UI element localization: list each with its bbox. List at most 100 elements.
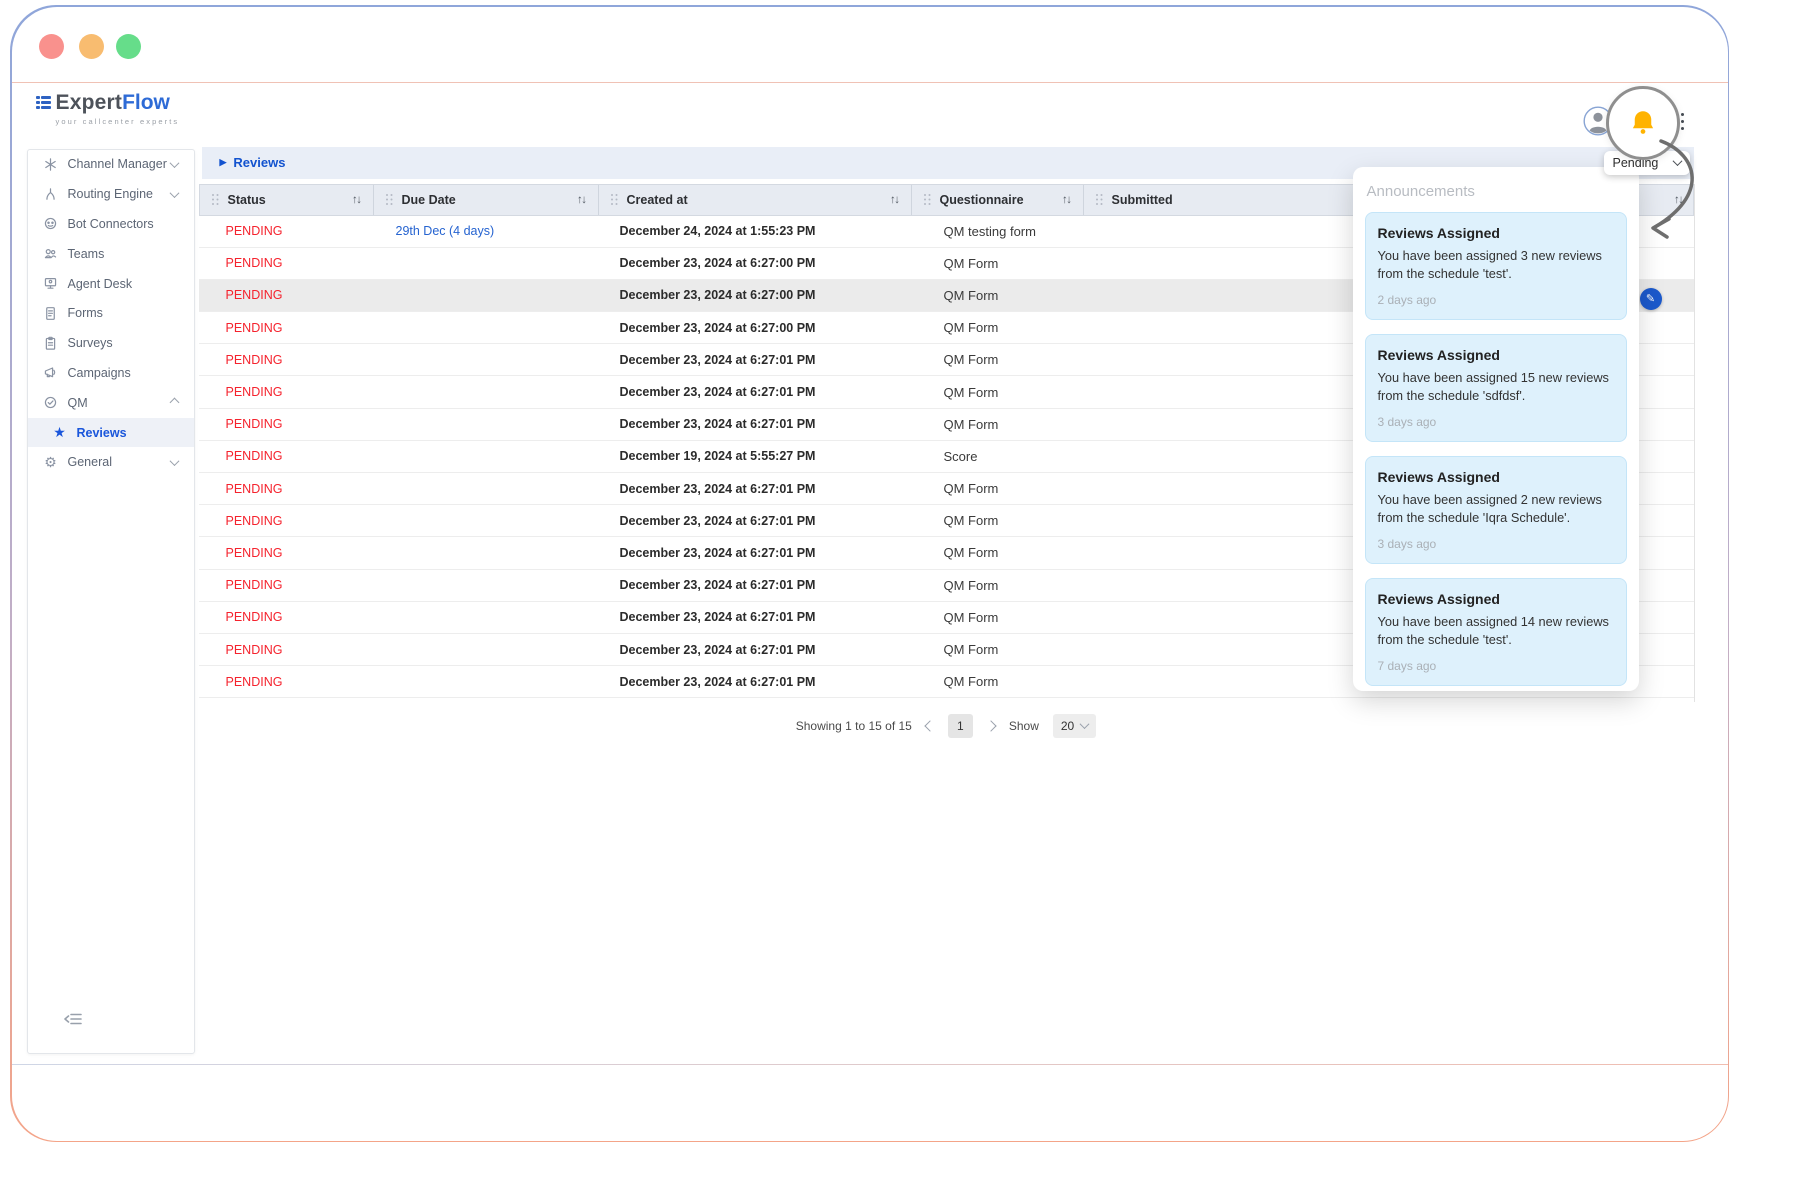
sidebar-item-agent-desk[interactable]: Agent Desk — [28, 269, 194, 299]
sidebar-item-qm[interactable]: QM — [28, 388, 194, 418]
bot-connectors-icon — [43, 216, 59, 232]
drag-handle-icon[interactable] — [212, 194, 219, 205]
announcement-time: 7 days ago — [1378, 659, 1614, 673]
teams-icon — [43, 246, 59, 262]
due-date-cell[interactable] — [373, 505, 598, 536]
drag-handle-icon[interactable] — [386, 194, 393, 205]
due-date-cell[interactable]: 29th Dec (4 days) — [373, 216, 598, 247]
page-size-select[interactable]: 20 — [1053, 714, 1096, 738]
created-at-cell: December 23, 2024 at 6:27:00 PM — [598, 312, 911, 343]
sidebar-item-routing-engine[interactable]: Routing Engine — [28, 179, 194, 209]
announcement-title: Reviews Assigned — [1378, 469, 1614, 485]
created-at-cell: December 24, 2024 at 1:55:23 PM — [598, 216, 911, 247]
sidebar-item-label: Bot Connectors — [68, 217, 154, 231]
due-date-cell[interactable] — [373, 537, 598, 568]
due-date-cell[interactable] — [373, 280, 598, 311]
drag-handle-icon[interactable] — [1096, 194, 1103, 205]
next-page-icon[interactable] — [985, 720, 996, 731]
announcement-title: Reviews Assigned — [1378, 347, 1614, 363]
sidebar-item-forms[interactable]: Forms — [28, 298, 194, 328]
due-date-cell[interactable] — [373, 666, 598, 697]
created-at-cell: December 23, 2024 at 6:27:01 PM — [598, 634, 911, 665]
chevron-down-icon — [169, 158, 179, 168]
breadcrumb-arrow-icon: ▶ — [220, 157, 227, 168]
column-header-created-at[interactable]: Created at ↑↓ — [599, 185, 912, 215]
sidebar-item-reviews[interactable]: ★ Reviews — [28, 418, 194, 448]
announcement-card[interactable]: Reviews Assigned You have been assigned … — [1365, 578, 1627, 686]
sidebar-item-label: Reviews — [77, 426, 127, 440]
sort-icon[interactable]: ↑↓ — [890, 194, 899, 206]
questionnaire-cell: Score — [911, 441, 1083, 472]
questionnaire-cell: QM Form — [911, 505, 1083, 536]
traffic-light-minimize[interactable] — [79, 34, 104, 59]
traffic-light-zoom[interactable] — [116, 34, 141, 59]
due-date-cell[interactable] — [373, 376, 598, 407]
brand-name-secondary: Flow — [122, 91, 170, 115]
due-date-cell[interactable] — [373, 409, 598, 440]
sidebar-item-bot-connectors[interactable]: Bot Connectors — [28, 209, 194, 239]
questionnaire-cell: QM Form — [911, 602, 1083, 633]
column-header-questionnaire[interactable]: Questionnaire ↑↓ — [912, 185, 1084, 215]
questionnaire-cell: QM Form — [911, 344, 1083, 375]
sort-icon[interactable]: ↑↓ — [352, 194, 361, 206]
drag-handle-icon[interactable] — [611, 194, 618, 205]
sidebar-item-campaigns[interactable]: Campaigns — [28, 358, 194, 388]
status-cell: PENDING — [199, 248, 373, 279]
traffic-light-close[interactable] — [39, 34, 64, 59]
announcement-card[interactable]: Reviews Assigned You have been assigned … — [1365, 334, 1627, 442]
questionnaire-cell: QM Form — [911, 280, 1083, 311]
sidebar-item-label: Routing Engine — [68, 187, 153, 201]
notification-spotlight — [1606, 86, 1680, 160]
sidebar-item-general[interactable]: ⚙ General — [28, 447, 194, 477]
due-date-cell[interactable] — [373, 248, 598, 279]
kebab-menu-icon[interactable] — [1681, 113, 1685, 133]
breadcrumb[interactable]: ▶ Reviews — [220, 155, 286, 170]
sort-icon[interactable]: ↑↓ — [1062, 194, 1071, 206]
titlebar-divider — [12, 82, 1728, 83]
column-label: Created at — [627, 193, 688, 207]
notification-bell-icon[interactable] — [1628, 108, 1658, 138]
sidebar-item-channel-manager[interactable]: Channel Manager — [28, 150, 194, 180]
star-icon: ★ — [52, 425, 68, 441]
drag-handle-icon[interactable] — [924, 194, 931, 205]
sidebar-item-surveys[interactable]: Surveys — [28, 328, 194, 358]
edit-review-button[interactable]: ✎ — [1640, 288, 1662, 310]
due-date-cell[interactable] — [373, 634, 598, 665]
due-date-cell[interactable] — [373, 441, 598, 472]
status-cell: PENDING — [199, 634, 373, 665]
created-at-cell: December 23, 2024 at 6:27:01 PM — [598, 602, 911, 633]
pagination-bar: Showing 1 to 15 of 15 1 Show 20 — [199, 712, 1694, 740]
status-cell: PENDING — [199, 441, 373, 472]
created-at-cell: December 23, 2024 at 6:27:00 PM — [598, 248, 911, 279]
app-logo: ExpertFlow your callcenter experts — [36, 91, 180, 126]
due-date-cell[interactable] — [373, 602, 598, 633]
announcement-body: You have been assigned 3 new reviews fro… — [1378, 247, 1614, 284]
sort-icon[interactable]: ↑↓ — [1674, 194, 1683, 206]
sort-icon[interactable]: ↑↓ — [577, 194, 586, 206]
agent-desk-icon — [43, 276, 59, 292]
announcement-title: Reviews Assigned — [1378, 225, 1614, 241]
announcement-card[interactable]: Reviews Assigned You have been assigned … — [1365, 212, 1627, 320]
announcement-card[interactable]: Reviews Assigned You have been assigned … — [1365, 456, 1627, 564]
due-date-cell[interactable] — [373, 473, 598, 504]
table-right-border — [1694, 184, 1695, 702]
previous-page-icon[interactable] — [924, 720, 935, 731]
created-at-cell: December 23, 2024 at 6:27:01 PM — [598, 570, 911, 601]
collapse-sidebar-icon[interactable] — [63, 1011, 83, 1032]
announcement-body: You have been assigned 14 new reviews fr… — [1378, 613, 1614, 650]
column-header-due-date[interactable]: Due Date ↑↓ — [374, 185, 599, 215]
page-number-button[interactable]: 1 — [948, 714, 973, 738]
questionnaire-cell: QM Form — [911, 634, 1083, 665]
sidebar-item-label: Channel Manager — [68, 157, 167, 171]
column-header-status[interactable]: Status ↑↓ — [200, 185, 374, 215]
announcement-time: 2 days ago — [1378, 293, 1614, 307]
announcement-title: Reviews Assigned — [1378, 591, 1614, 607]
due-date-cell[interactable] — [373, 344, 598, 375]
sidebar-item-teams[interactable]: Teams — [28, 239, 194, 269]
sidebar-item-label: Teams — [68, 247, 105, 261]
sidebar-item-label: Surveys — [68, 336, 113, 350]
created-at-cell: December 23, 2024 at 6:27:00 PM — [598, 280, 911, 311]
due-date-cell[interactable] — [373, 570, 598, 601]
brand-tagline: your callcenter experts — [56, 117, 180, 126]
due-date-cell[interactable] — [373, 312, 598, 343]
